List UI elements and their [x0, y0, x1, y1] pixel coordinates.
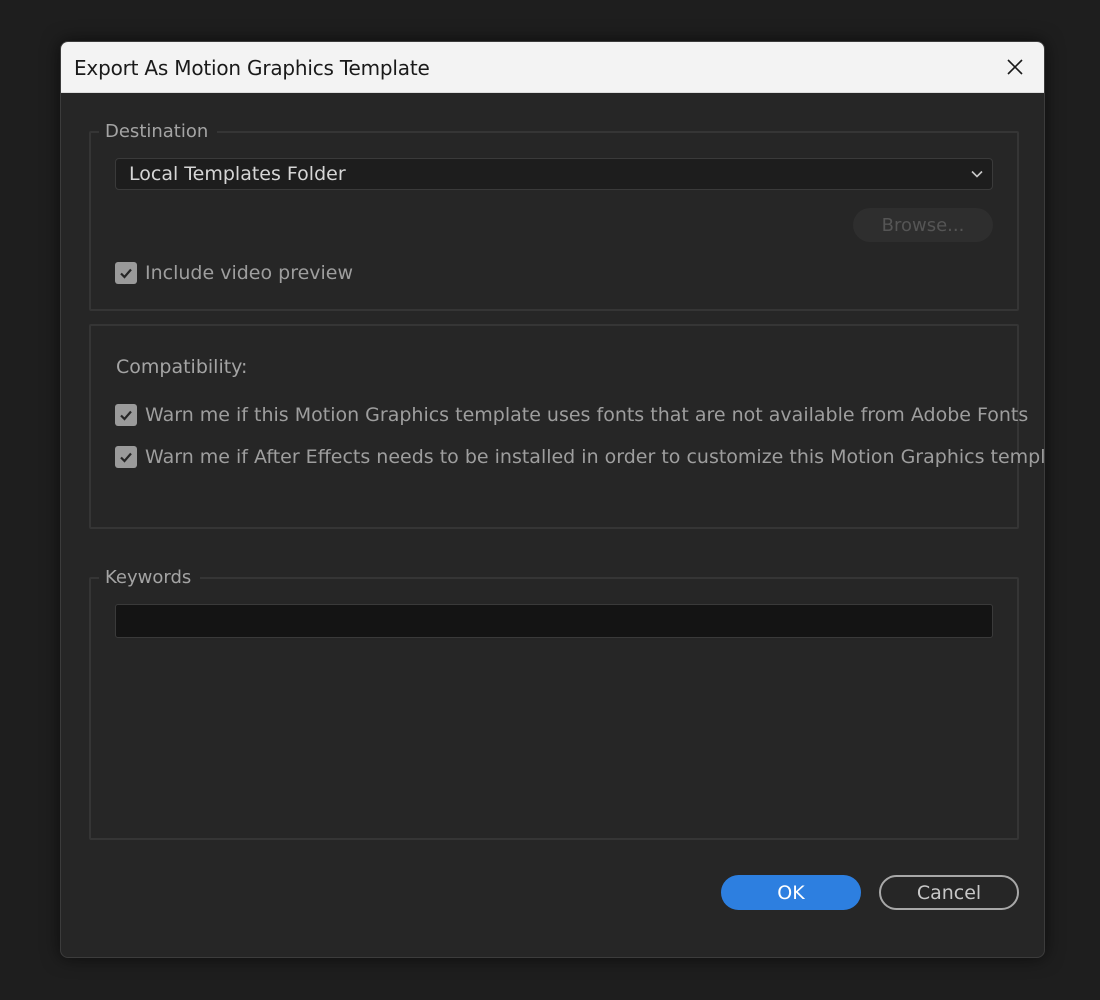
compatibility-group: Compatibility: Warn me if this Motion Gr… [89, 324, 1044, 529]
checkbox-box [115, 446, 137, 468]
warn-fonts-label: Warn me if this Motion Graphics template… [145, 404, 1029, 426]
close-button[interactable] [1000, 52, 1030, 82]
dialog-titlebar: Export As Motion Graphics Template [61, 42, 1044, 93]
browse-button[interactable]: Browse... [853, 208, 993, 242]
chevron-down-icon [971, 170, 983, 178]
keywords-input[interactable] [115, 604, 993, 638]
checkmark-icon [120, 410, 132, 421]
warn-after-effects-checkbox[interactable]: Warn me if After Effects needs to be ins… [115, 446, 1045, 468]
keywords-group: Keywords [89, 566, 1019, 840]
checkmark-icon [120, 268, 132, 279]
include-video-preview-label: Include video preview [145, 262, 354, 284]
warn-after-effects-label: Warn me if After Effects needs to be ins… [145, 446, 1045, 468]
checkbox-box [115, 262, 137, 284]
export-mogrt-dialog: Export As Motion Graphics Template Desti… [60, 41, 1045, 958]
close-icon [1007, 59, 1023, 75]
destination-group: Destination Local Templates Folder Brows… [89, 120, 1019, 311]
dialog-title: Export As Motion Graphics Template [74, 56, 430, 80]
keywords-legend: Keywords [99, 566, 201, 590]
destination-dropdown[interactable]: Local Templates Folder [115, 158, 993, 190]
cancel-button[interactable]: Cancel [879, 875, 1019, 910]
checkbox-box [115, 404, 137, 426]
destination-selected-value: Local Templates Folder [129, 163, 346, 185]
warn-fonts-checkbox[interactable]: Warn me if this Motion Graphics template… [115, 404, 1028, 426]
compatibility-heading: Compatibility: [116, 356, 248, 378]
ok-button[interactable]: OK [721, 875, 861, 910]
include-video-preview-checkbox[interactable]: Include video preview [115, 262, 353, 284]
checkmark-icon [120, 452, 132, 463]
destination-legend: Destination [99, 120, 218, 144]
